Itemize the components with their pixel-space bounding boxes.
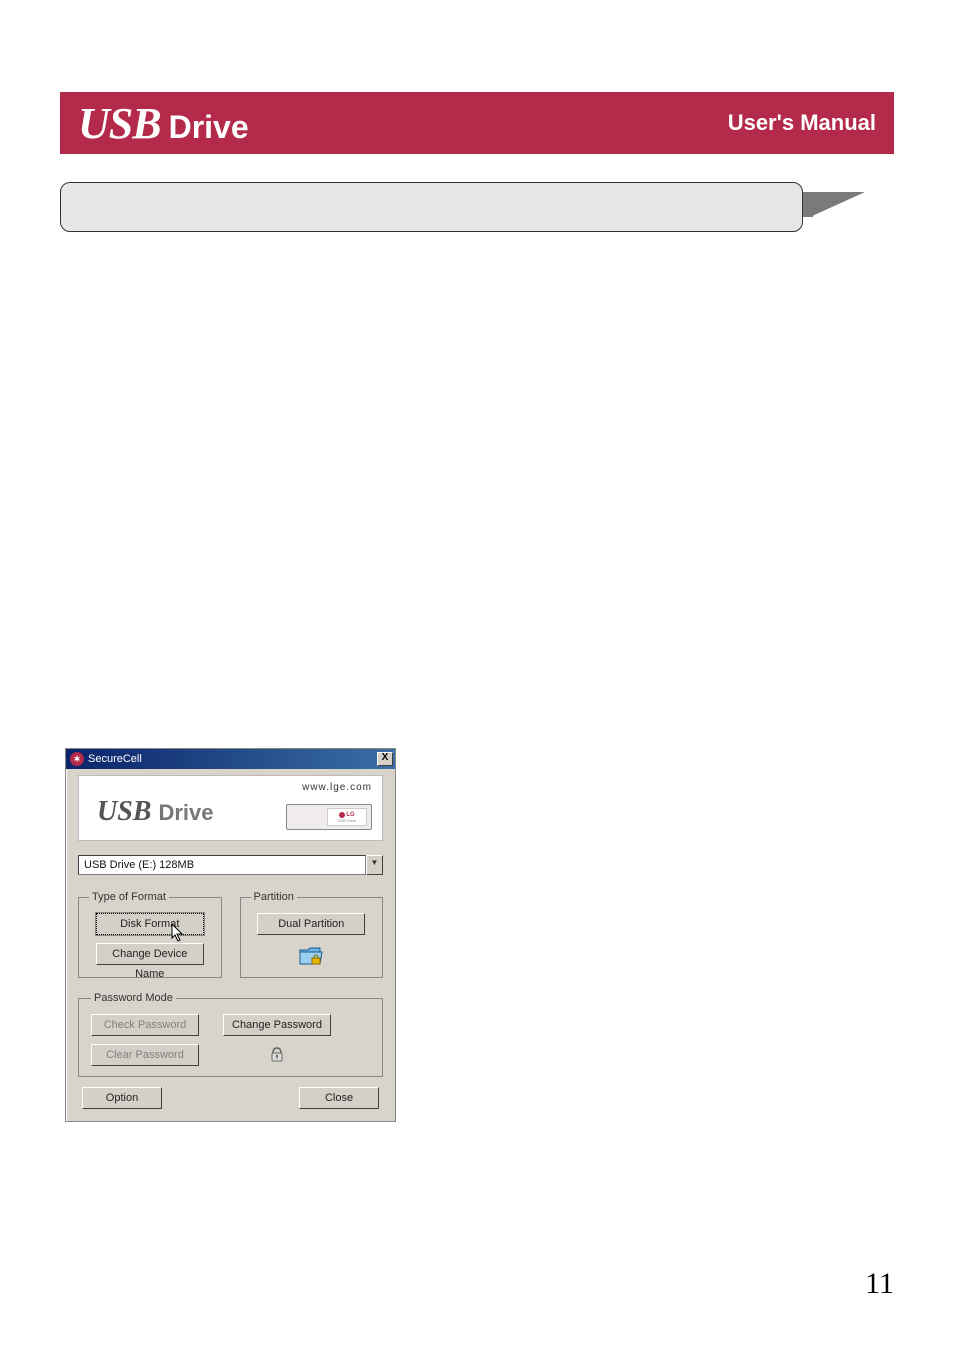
folder-lock-icon xyxy=(296,943,326,969)
option-button[interactable]: Option xyxy=(82,1087,162,1109)
partition-legend: Partition xyxy=(251,891,297,903)
banner-url: www.lge.com xyxy=(302,782,372,793)
lock-icon xyxy=(267,1044,287,1064)
dialog-titlebar[interactable]: ✶ SecureCell X xyxy=(66,749,395,769)
clear-password-button[interactable]: Clear Password xyxy=(91,1044,199,1066)
section-placeholder-panel xyxy=(60,182,803,232)
drive-select[interactable]: USB Drive (E:) 128MB ▼ xyxy=(78,855,383,875)
password-mode-group: Password Mode Check Password Clear Passw… xyxy=(78,992,383,1077)
usb-device-icon: LG USB Drive xyxy=(286,804,372,830)
partition-group: Partition Dual Partition xyxy=(240,891,384,978)
banner-logo-usb: USB xyxy=(97,796,151,827)
lg-badge: LG USB Drive xyxy=(327,808,367,826)
logo-drive-text: Drive xyxy=(169,109,249,146)
change-device-name-button[interactable]: Change Device Name xyxy=(96,943,204,965)
product-banner: www.lge.com USB Drive LG USB Drive xyxy=(78,775,383,841)
close-button[interactable]: Close xyxy=(299,1087,379,1109)
app-icon: ✶ xyxy=(70,752,84,766)
dialog-bottom-row: Option Close xyxy=(78,1087,383,1113)
cursor-icon xyxy=(171,923,187,943)
check-password-button[interactable]: Check Password xyxy=(91,1014,199,1036)
password-legend: Password Mode xyxy=(91,992,176,1004)
page-number: 11 xyxy=(865,1267,894,1301)
manual-label: User's Manual xyxy=(728,110,876,136)
lg-subtext: USB Drive xyxy=(338,818,357,823)
type-of-format-group: Type of Format Disk Format Change Device… xyxy=(78,891,222,978)
close-icon[interactable]: X xyxy=(377,752,393,766)
change-password-button[interactable]: Change Password xyxy=(223,1014,331,1036)
page-header-banner: USB Drive User's Manual xyxy=(60,92,894,154)
dialog-title: SecureCell xyxy=(88,753,373,765)
drive-select-value: USB Drive (E:) 128MB xyxy=(78,855,366,875)
dual-partition-button[interactable]: Dual Partition xyxy=(257,913,365,935)
chevron-down-icon[interactable]: ▼ xyxy=(366,855,383,875)
logo-area: USB Drive xyxy=(78,98,249,149)
securecell-dialog: ✶ SecureCell X www.lge.com USB Drive LG … xyxy=(65,748,396,1122)
disk-format-button[interactable]: Disk Format xyxy=(96,913,204,935)
dialog-body: www.lge.com USB Drive LG USB Drive USB D… xyxy=(66,769,395,1121)
banner-logo: USB Drive xyxy=(97,796,214,828)
banner-logo-drive: Drive xyxy=(158,800,213,825)
logo-usb-text: USB xyxy=(78,98,161,149)
panel-shadow-tail xyxy=(810,192,865,217)
format-legend: Type of Format xyxy=(89,891,169,903)
